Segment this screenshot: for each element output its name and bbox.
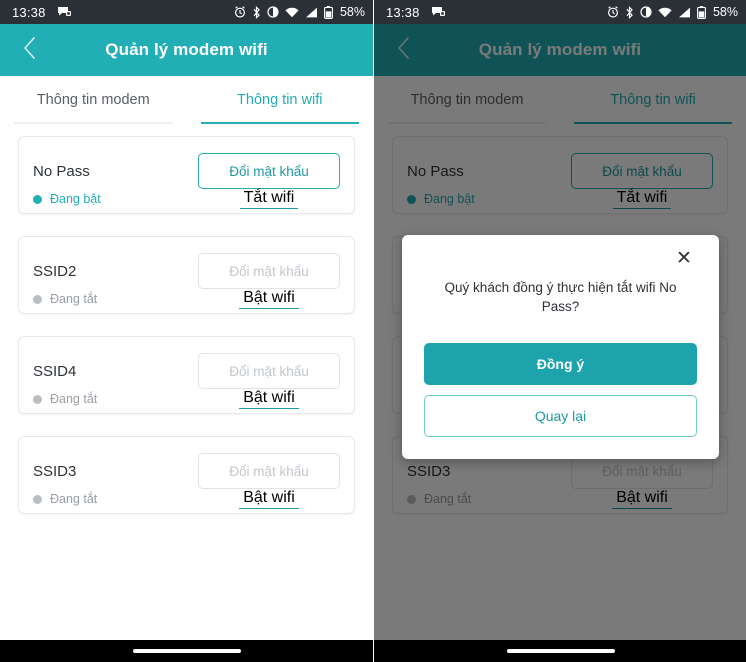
dialog-message: Quý khách đồng ý thực hiện tắt wifi No P… [444,280,677,314]
wifi-card-bottom-row: Đang bật Tắt wifi [33,189,340,209]
status-bar-left-icons [431,6,446,19]
change-password-label: Đổi mật khẩu [229,263,309,279]
status-bar-right-icons: 58% [234,5,365,19]
wifi-card: SSID4 Đổi mật khẩu Đang tắt Bật wifi [18,336,355,414]
signal-icon [678,7,691,18]
battery-icon [697,5,706,19]
chat-bubble-icon [431,6,446,19]
tab-underline-active [200,121,359,124]
change-password-button: Đổi mật khẩu [198,453,340,489]
ssid-label: SSID2 [33,262,77,280]
status-label: Đang bật [50,192,101,206]
wifi-icon [285,7,299,18]
status-dot-off [33,294,42,304]
do-not-disturb-icon [640,6,652,18]
do-not-disturb-icon [267,6,279,18]
wifi-card: SSID3 Đổi mật khẩu Đang tắt Bật wifi [18,436,355,514]
toggle-wifi-link[interactable]: Bật wifi [239,389,299,409]
status-bar: 13:38 58% [374,0,746,24]
wifi-card-top-row: SSID4 Đổi mật khẩu [33,353,340,389]
cancel-button-label: Quay lại [534,407,587,424]
signal-icon [305,7,318,18]
change-password-button[interactable]: Đổi mật khẩu [198,153,340,189]
wifi-card-bottom-row: Đang tắt Bật wifi [33,389,340,409]
wifi-card-bottom-row: Đang tắt Bật wifi [33,489,340,509]
chat-bubble-icon [57,6,72,19]
status-dot-on [33,194,42,204]
back-button[interactable] [10,31,48,69]
wifi-card-top-row: SSID3 Đổi mật khẩu [33,453,340,489]
status-label: Đang tắt [50,392,98,406]
toggle-wifi-label: Bật wifi [243,289,295,306]
tab-underline [14,122,173,124]
alarm-icon [607,6,619,18]
wifi-icon [658,7,672,18]
close-icon[interactable]: ✕ [671,245,697,271]
status-bar-clock: 13:38 [386,4,420,20]
system-nav-bar [0,640,373,662]
status-bar-right-icons: 58% [607,5,738,19]
status-dot-off [33,394,42,404]
status-label: Đang tắt [50,292,98,306]
toggle-wifi-link[interactable]: Tắt wifi [239,189,299,209]
battery-percent-label: 58% [339,5,365,19]
wifi-status: Đang bật [33,192,101,206]
tab-bar: Thông tin modem Thông tin wifi [0,76,373,124]
status-bar-clock: 13:38 [12,4,46,20]
wifi-card: No Pass Đổi mật khẩu Đang bật Tắt wifi [18,136,355,214]
chevron-left-icon [23,36,36,65]
wifi-toggle-link-wrap: Bật wifi [198,389,340,409]
tab-thong-tin-modem[interactable]: Thông tin modem [0,76,187,124]
toggle-wifi-label: Bật wifi [243,389,295,406]
confirm-dialog: ✕ Quý khách đồng ý thực hiện tắt wifi No… [402,235,719,459]
ssid-label: SSID4 [33,362,77,380]
toggle-wifi-link[interactable]: Bật wifi [239,289,299,309]
change-password-button: Đổi mật khẩu [198,253,340,289]
home-indicator[interactable] [132,649,241,653]
toggle-wifi-label: Tắt wifi [243,189,295,206]
battery-percent-label: 58% [712,5,738,19]
wifi-status: Đang tắt [33,292,97,306]
change-password-label: Đổi mật khẩu [229,463,309,479]
tab-label: Thông tin modem [36,92,150,108]
wifi-toggle-link-wrap: Bật wifi [198,489,340,509]
tab-label: Thông tin wifi [237,92,323,108]
toggle-wifi-link[interactable]: Bật wifi [239,489,299,509]
bluetooth-icon [625,5,634,19]
page-title: Quản lý modem wifi [105,40,268,59]
wifi-toggle-link-wrap: Bật wifi [198,289,340,309]
bluetooth-icon [252,5,261,19]
status-bar-left-icons [57,6,72,19]
home-indicator[interactable] [506,649,615,653]
wifi-card-bottom-row: Đang tắt Bật wifi [33,289,340,309]
wifi-card-top-row: SSID2 Đổi mật khẩu [33,253,340,289]
status-label: Đang tắt [50,492,98,506]
phone-screen-right: 13:38 58% ✕ Quý khách đồng ý thực hiện t… [373,0,746,662]
ssid-label: No Pass [33,162,90,180]
confirm-button[interactable]: Đồng ý [424,342,697,385]
wifi-card: SSID2 Đổi mật khẩu Đang tắt Bật wifi [18,236,355,314]
dialog-header: ✕ [424,245,697,271]
system-nav-bar [374,640,746,662]
status-bar: 13:38 58% [0,0,373,24]
change-password-label: Đổi mật khẩu [229,163,309,179]
app-header: Quản lý modem wifi [0,24,373,76]
change-password-label: Đổi mật khẩu [229,363,309,379]
alarm-icon [234,6,246,18]
wifi-status: Đang tắt [33,392,97,406]
change-password-button: Đổi mật khẩu [198,353,340,389]
dual-screenshot-container: 13:38 58% Quản lý modem wifi Thông tin m… [0,0,746,662]
wifi-status: Đang tắt [33,492,97,506]
ssid-label: SSID3 [33,462,77,480]
wifi-toggle-link-wrap: Tắt wifi [198,189,340,209]
tab-thong-tin-wifi[interactable]: Thông tin wifi [187,76,374,124]
status-dot-off [33,494,42,504]
battery-icon [324,5,333,19]
toggle-wifi-label: Bật wifi [243,489,295,506]
wifi-list: No Pass Đổi mật khẩu Đang bật Tắt wifi [0,124,373,662]
wifi-card-top-row: No Pass Đổi mật khẩu [33,153,340,189]
phone-screen-left: 13:38 58% Quản lý modem wifi Thông tin m… [0,0,373,662]
confirm-button-label: Đồng ý [536,355,585,372]
cancel-button[interactable]: Quay lại [424,394,697,437]
